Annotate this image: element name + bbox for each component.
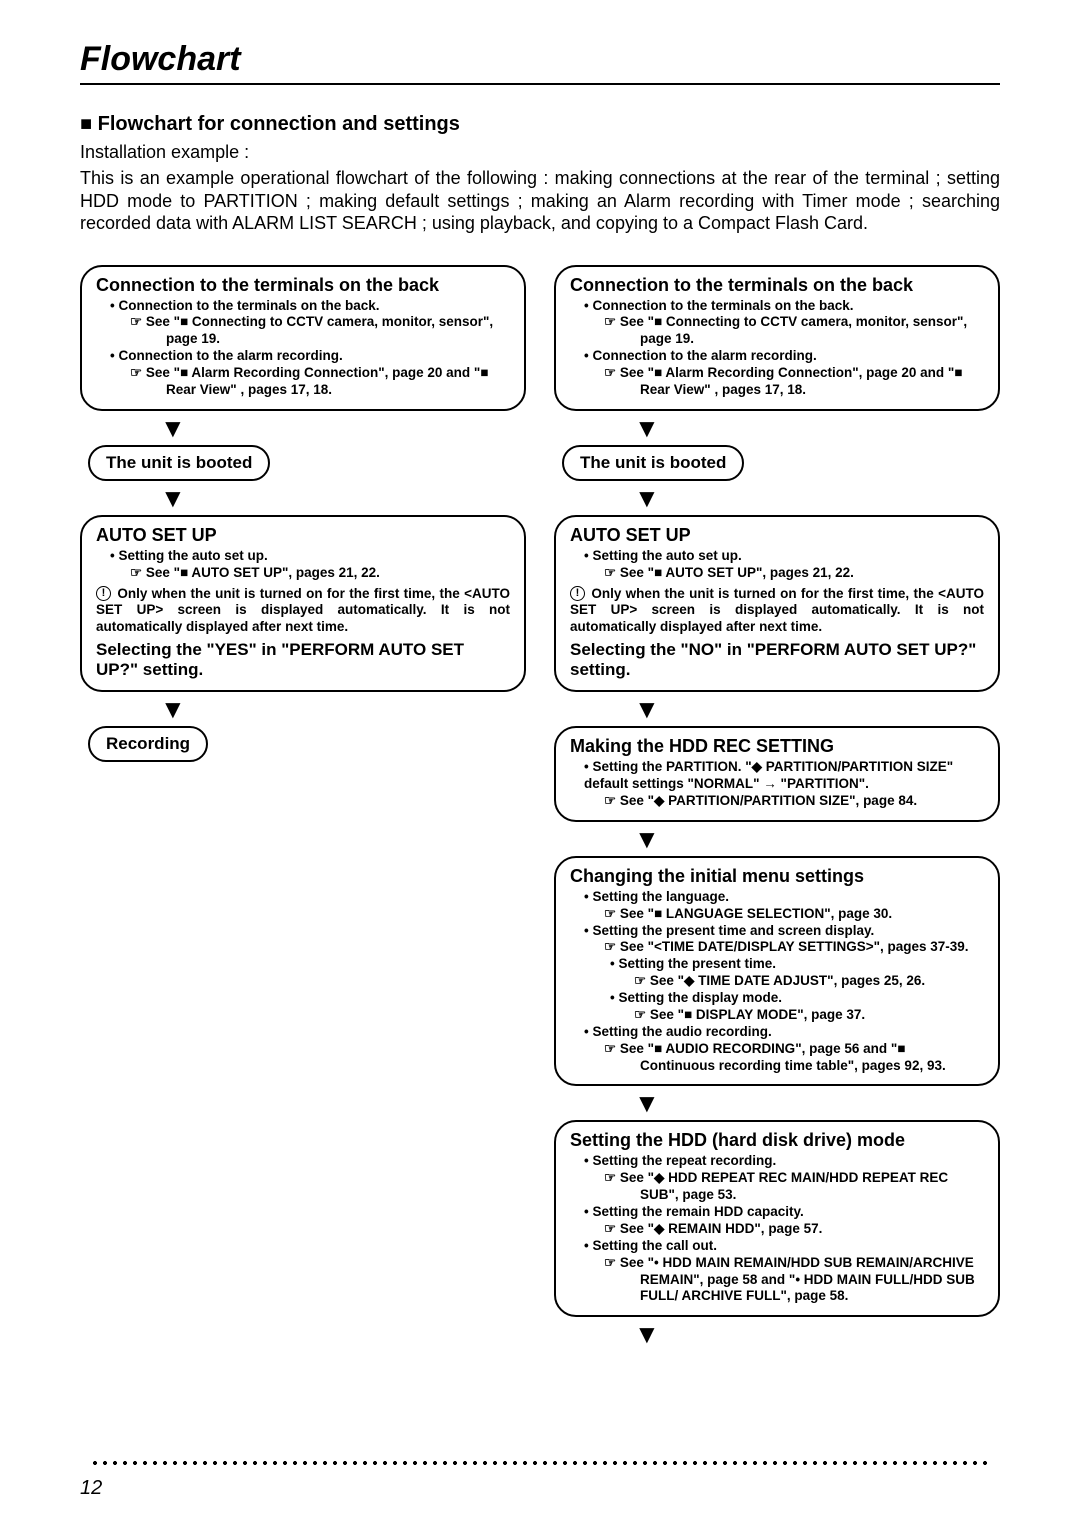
ref: See "• HDD MAIN REMAIN/HDD SUB REMAIN/AR… [640,1255,984,1306]
box-title: Changing the initial menu settings [570,866,984,887]
bullet: Setting the PARTITION. "◆ PARTITION/PART… [584,759,984,793]
bullet: Setting the present time and screen disp… [584,923,984,940]
ref: See "◆ HDD REPEAT REC MAIN/HDD REPEAT RE… [640,1170,984,1204]
column-right: Connection to the terminals on the back … [554,265,1000,1352]
ref: See "■ Alarm Recording Connection", page… [166,365,510,399]
ref: See "■ AUDIO RECORDING", page 56 and "■ … [640,1041,984,1075]
ref: See "■ LANGUAGE SELECTION", page 30. [640,906,984,923]
bullet: Connection to the alarm recording. [110,348,510,365]
pill-recording: Recording [88,726,208,762]
ref: See "◆ PARTITION/PARTITION SIZE", page 8… [640,793,984,810]
bullet: Setting the audio recording. [584,1024,984,1041]
nested-ref: See "◆ TIME DATE ADJUST", pages 25, 26. [670,973,984,990]
nested-ref: See "■ DISPLAY MODE", page 37. [670,1007,984,1024]
box-connection-left: Connection to the terminals on the back … [80,265,526,411]
arrow-down-icon: ▼ [634,696,660,722]
arrow-down-icon: ▼ [634,1321,660,1347]
ref: See "■ Connecting to CCTV camera, monito… [640,314,984,348]
box-hdd-rec: Making the HDD REC SETTING Setting the P… [554,726,1000,822]
box-title: Setting the HDD (hard disk drive) mode [570,1130,984,1151]
bullet: Setting the auto set up. [110,548,510,565]
bullet: Setting the call out. [584,1238,984,1255]
ref: See "◆ REMAIN HDD", page 57. [640,1221,984,1238]
box-title: Connection to the terminals on the back [570,275,984,296]
subhead: Selecting the "NO" in "PERFORM AUTO SET … [570,640,984,680]
arrow-down-icon: ▼ [634,485,660,511]
bullet: Setting the repeat recording. [584,1153,984,1170]
bullet: Connection to the terminals on the back. [584,298,984,315]
box-autosetup-right: AUTO SET UP Setting the auto set up. See… [554,515,1000,692]
pill-booted-left: The unit is booted [88,445,270,481]
ref: See "■ Connecting to CCTV camera, monito… [166,314,510,348]
arrow-down-icon: ▼ [160,485,186,511]
note: ! Only when the unit is turned on for th… [96,586,510,637]
ref: See "■ AUTO SET UP", pages 21, 22. [166,565,510,582]
ref: See "■ AUTO SET UP", pages 21, 22. [640,565,984,582]
box-connection-right: Connection to the terminals on the back … [554,265,1000,411]
page-title: Flowchart [80,40,1000,85]
bullet: Connection to the alarm recording. [584,348,984,365]
subhead: Selecting the "YES" in "PERFORM AUTO SET… [96,640,510,680]
ref: See "■ Alarm Recording Connection", page… [640,365,984,399]
note-text: Only when the unit is turned on for the … [96,586,510,635]
bullet: Setting the auto set up. [584,548,984,565]
box-hdd-mode: Setting the HDD (hard disk drive) mode S… [554,1120,1000,1317]
footer-dots [90,1460,990,1466]
nested-bullet: Setting the display mode. [610,990,984,1007]
section-heading: Flowchart for connection and settings [80,113,1000,136]
arrow-down-icon: ▼ [634,415,660,441]
page-number: 12 [80,1477,102,1500]
box-title: AUTO SET UP [96,525,510,546]
flowchart-columns: Connection to the terminals on the back … [80,265,1000,1352]
nested-bullet: Setting the present time. [610,956,984,973]
note-text: Only when the unit is turned on for the … [570,586,984,635]
note: ! Only when the unit is turned on for th… [570,586,984,637]
arrow-down-icon: ▼ [634,1090,660,1116]
column-left: Connection to the terminals on the back … [80,265,526,1352]
box-autosetup-left: AUTO SET UP Setting the auto set up. See… [80,515,526,692]
box-initial-menu: Changing the initial menu settings Setti… [554,856,1000,1087]
pill-booted-right: The unit is booted [562,445,744,481]
bullet: Setting the language. [584,889,984,906]
intro-sub: Installation example : [80,142,1000,163]
arrow-down-icon: ▼ [160,415,186,441]
arrow-down-icon: ▼ [160,696,186,722]
box-title: Making the HDD REC SETTING [570,736,984,757]
box-title: Connection to the terminals on the back [96,275,510,296]
bullet: Connection to the terminals on the back. [110,298,510,315]
arrow-down-icon: ▼ [634,826,660,852]
box-title: AUTO SET UP [570,525,984,546]
ref: See "<TIME DATE/DISPLAY SETTINGS>", page… [640,939,984,956]
bullet: Setting the remain HDD capacity. [584,1204,984,1221]
intro-paragraph: This is an example operational flowchart… [80,167,1000,235]
